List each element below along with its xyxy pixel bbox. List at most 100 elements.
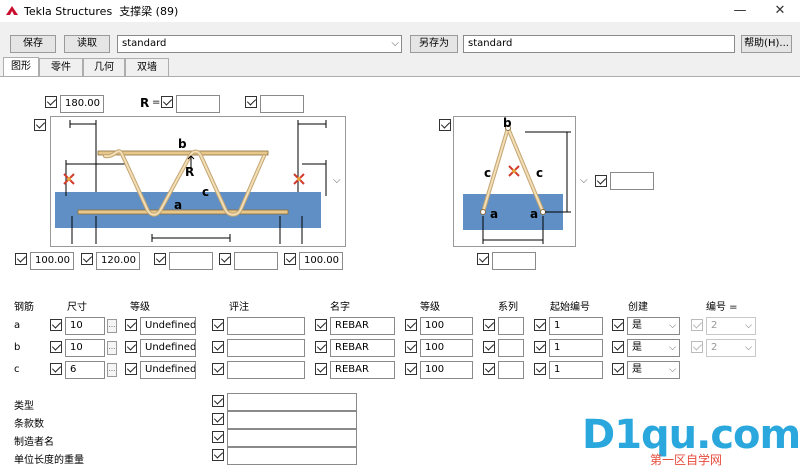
checkbox-icon[interactable] [50, 363, 62, 375]
class-field-a[interactable]: 100 [420, 317, 473, 335]
checkbox-icon[interactable] [125, 319, 137, 331]
minimize-icon[interactable]: — [720, 0, 760, 22]
dim-field-4[interactable] [234, 252, 278, 270]
checkbox-icon[interactable] [219, 253, 231, 265]
checkbox-icon[interactable] [45, 96, 57, 108]
checkbox-icon[interactable] [534, 363, 546, 375]
checkbox-icon[interactable] [483, 319, 495, 331]
checkbox-icon[interactable] [212, 449, 224, 461]
checkbox-icon[interactable] [483, 363, 495, 375]
chevron-down-icon[interactable]: ⌵ [669, 340, 676, 356]
checkbox-icon[interactable] [534, 319, 546, 331]
tab-geometry[interactable]: 几何 [83, 58, 125, 76]
dim-field-2[interactable]: 120.00 [96, 252, 140, 270]
clause-count-field[interactable] [227, 411, 357, 429]
checkbox-icon[interactable] [315, 319, 327, 331]
top-distance-field[interactable]: 180.00 [60, 95, 104, 113]
checkbox-icon[interactable] [81, 253, 93, 265]
side-width-field[interactable] [492, 252, 536, 270]
checkbox-icon[interactable] [439, 119, 451, 131]
dim-field-3[interactable] [169, 252, 213, 270]
tab-picture[interactable]: 图形 [3, 57, 39, 76]
start-number-field-a[interactable]: 1 [549, 317, 603, 335]
checkbox-icon[interactable] [212, 413, 224, 425]
checkbox-icon[interactable] [284, 253, 296, 265]
class-field-b[interactable]: 100 [420, 339, 473, 357]
name-field-c[interactable]: REBAR [330, 361, 395, 379]
side-height-field[interactable] [610, 172, 654, 190]
checkbox-icon[interactable] [50, 341, 62, 353]
label-r: R [185, 165, 194, 179]
chevron-down-icon[interactable]: ⌵ [333, 175, 341, 186]
checkbox-icon[interactable] [477, 253, 489, 265]
dim-field-5[interactable]: 100.00 [299, 252, 343, 270]
checkbox-icon[interactable] [612, 341, 624, 353]
checkbox-icon[interactable] [50, 319, 62, 331]
browse-size-button-b[interactable]: ... [107, 341, 117, 355]
create-select-c[interactable]: 是 ⌵ [627, 361, 680, 379]
checkbox-icon[interactable] [212, 363, 224, 375]
start-number-field-b[interactable]: 1 [549, 339, 603, 357]
start-number-field-c[interactable]: 1 [549, 361, 603, 379]
size-field-a[interactable]: 10 [65, 317, 105, 335]
name-field-b[interactable]: REBAR [330, 339, 395, 357]
size-field-b[interactable]: 10 [65, 339, 105, 357]
checkbox-icon[interactable] [315, 363, 327, 375]
checkbox-icon[interactable] [245, 96, 257, 108]
checkbox-icon[interactable] [15, 253, 27, 265]
class-field-c[interactable]: 100 [420, 361, 473, 379]
comment-field-a[interactable] [227, 317, 305, 335]
top-right-field[interactable] [260, 95, 304, 113]
chevron-down-icon[interactable]: ⌵ [391, 36, 399, 52]
chevron-down-icon[interactable]: ⌵ [669, 362, 676, 378]
checkbox-icon[interactable] [612, 319, 624, 331]
name-field-a[interactable]: REBAR [330, 317, 395, 335]
checkbox-icon[interactable] [405, 363, 417, 375]
close-icon[interactable]: ✕ [760, 0, 800, 22]
size-field-c[interactable]: 6 [65, 361, 105, 379]
load-button[interactable]: 读取 [64, 35, 110, 53]
checkbox-icon[interactable] [315, 341, 327, 353]
checkbox-icon[interactable] [405, 341, 417, 353]
save-as-field[interactable]: standard [463, 35, 735, 53]
manufacturer-field[interactable] [227, 429, 357, 447]
create-select-b[interactable]: 是 ⌵ [627, 339, 680, 357]
grade-field-a[interactable]: Undefined [140, 317, 196, 335]
checkbox-icon[interactable] [483, 341, 495, 353]
checkbox-icon[interactable] [125, 341, 137, 353]
checkbox-icon[interactable] [612, 363, 624, 375]
checkbox-icon[interactable] [154, 253, 166, 265]
dim-field-1[interactable]: 100.00 [30, 252, 74, 270]
checkbox-icon[interactable] [125, 363, 137, 375]
checkbox-icon[interactable] [161, 96, 173, 108]
checkbox-icon[interactable] [595, 175, 607, 187]
checkbox-icon[interactable] [34, 119, 46, 131]
create-select-a[interactable]: 是 ⌵ [627, 317, 680, 335]
save-as-button[interactable]: 另存为 [410, 35, 458, 53]
series-field-c[interactable] [498, 361, 524, 379]
tab-parts[interactable]: 零件 [39, 58, 83, 76]
checkbox-icon[interactable] [405, 319, 417, 331]
browse-size-button-a[interactable]: ... [107, 319, 117, 333]
weight-per-length-field[interactable] [227, 447, 357, 465]
tab-double-wall[interactable]: 双墙 [125, 58, 169, 76]
checkbox-icon[interactable] [212, 341, 224, 353]
help-button[interactable]: 帮助(H)... [741, 35, 792, 53]
chevron-down-icon[interactable]: ⌵ [580, 175, 588, 186]
r-value-field[interactable] [176, 95, 220, 113]
checkbox-icon[interactable] [534, 341, 546, 353]
save-button[interactable]: 保存 [10, 35, 56, 53]
grade-field-c[interactable]: Undefined [140, 361, 196, 379]
chevron-down-icon[interactable]: ⌵ [669, 318, 676, 334]
type-field[interactable] [227, 393, 357, 411]
comment-field-b[interactable] [227, 339, 305, 357]
checkbox-icon[interactable] [212, 431, 224, 443]
checkbox-icon[interactable] [212, 319, 224, 331]
checkbox-icon[interactable] [212, 395, 224, 407]
grade-field-b[interactable]: Undefined [140, 339, 196, 357]
browse-size-button-c[interactable]: ... [107, 363, 117, 377]
series-field-b[interactable] [498, 339, 524, 357]
comment-field-c[interactable] [227, 361, 305, 379]
load-preset-combo[interactable]: standard ⌵ [117, 35, 402, 53]
series-field-a[interactable] [498, 317, 524, 335]
